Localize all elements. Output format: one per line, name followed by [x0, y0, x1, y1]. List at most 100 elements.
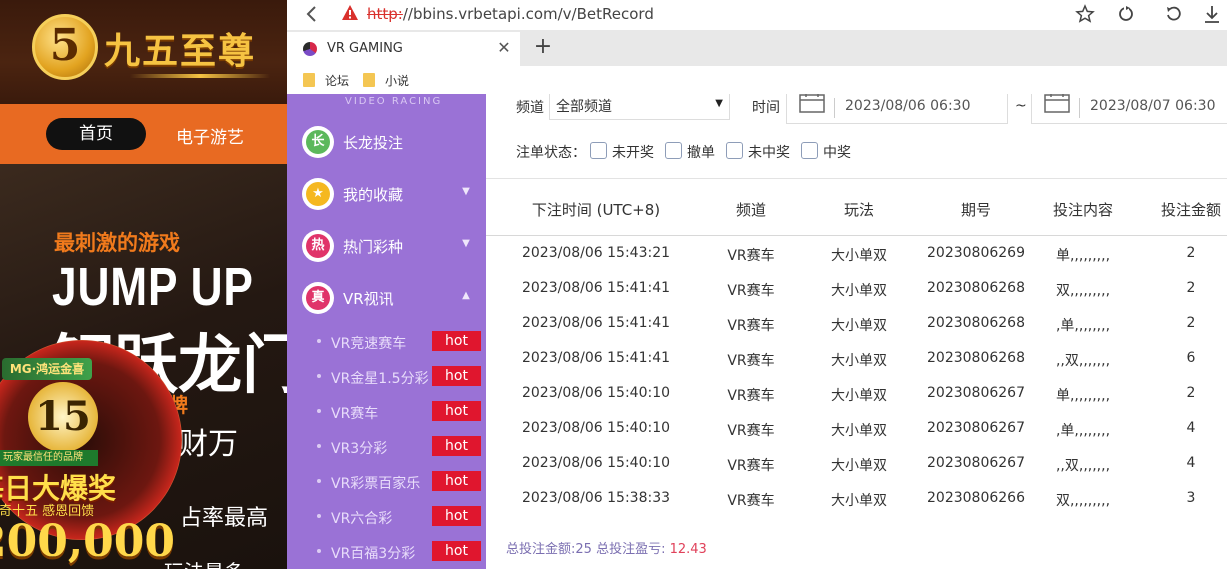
- cell-play: 大小单双: [831, 493, 887, 509]
- promo-nav-egames[interactable]: 电子游艺: [176, 123, 244, 148]
- table-row[interactable]: 2023/08/06 15:41:41 VR赛车 大小单双 2023080626…: [486, 272, 1227, 307]
- cell-content: 单,,,,,,,,,: [1055, 388, 1111, 404]
- url-field[interactable]: http://bbins.vrbetapi.com/v/BetRecord: [367, 5, 654, 23]
- live-icon: 真: [302, 282, 334, 314]
- vr-gaming-favicon-icon: [303, 42, 317, 56]
- cell-amount: 4: [1186, 420, 1196, 436]
- promo-logo-icon[interactable]: 5: [32, 14, 98, 80]
- table-row[interactable]: 2023/08/06 15:38:33 VR赛车 大小单双 2023080626…: [486, 482, 1227, 517]
- bookmarks-bar: 论坛 小说: [287, 66, 1227, 94]
- sidebar: VIDEO RACING 长 长龙投注 ★ 我的收藏 ▼ 热 热门彩种 ▼ 真: [287, 94, 486, 569]
- wheel-amount: 200,000: [0, 516, 176, 567]
- long-dragon-icon: 长: [302, 126, 334, 158]
- tab-title: VR GAMING: [327, 41, 403, 56]
- cell-content: ,单,,,,,,,,: [1055, 423, 1111, 439]
- wheel-brand: 玩家最信任的品牌: [0, 450, 98, 466]
- checkbox[interactable]: [726, 142, 743, 159]
- cell-play: 大小单双: [831, 248, 887, 264]
- tab-vr-gaming[interactable]: VR GAMING ✕: [287, 32, 520, 66]
- sidebar-sub-label: VR百福3分彩: [331, 546, 416, 562]
- cell-amount: 4: [1186, 455, 1196, 471]
- cell-period: 20230806267: [927, 455, 1025, 471]
- cell-play: 大小单双: [831, 388, 887, 404]
- total-win-value: 12.43: [669, 542, 707, 557]
- sidebar-sub-item[interactable]: VR赛车 hot: [287, 397, 486, 427]
- cell-period: 20230806268: [927, 280, 1025, 296]
- sidebar-sub-item[interactable]: VR金星1.5分彩 hot: [287, 362, 486, 392]
- sidebar-item-vr-live[interactable]: 真 VR视讯 ▲: [287, 278, 486, 318]
- wheel-number: 15: [28, 382, 98, 452]
- sidebar-item-favorites[interactable]: ★ 我的收藏 ▼: [287, 174, 486, 214]
- insecure-warning-icon[interactable]: [341, 4, 359, 22]
- undo-icon[interactable]: [1163, 3, 1185, 25]
- sidebar-sub-item[interactable]: VR百福3分彩 hot: [287, 537, 486, 567]
- sidebar-sub-item[interactable]: VR竞速赛车 hot: [287, 327, 486, 357]
- bullet-icon: [317, 339, 321, 343]
- promo-logo-text[interactable]: 九五至尊: [104, 22, 256, 74]
- sidebar-sub-label: VR竞速赛车: [331, 336, 407, 352]
- sidebar-sub-item[interactable]: VR六合彩 hot: [287, 502, 486, 532]
- new-tab-button[interactable]: +: [531, 34, 555, 60]
- sidebar-brand: VIDEO RACING: [345, 96, 443, 107]
- cell-amount: 6: [1186, 350, 1196, 366]
- table-row[interactable]: 2023/08/06 15:43:21 VR赛车 大小单双 2023080626…: [486, 237, 1227, 272]
- star-icon: ★: [302, 178, 334, 210]
- sidebar-sub-label: VR彩票百家乐: [331, 476, 421, 492]
- checkbox[interactable]: [665, 142, 682, 159]
- date-from-value: 2023/08/06 06:30: [845, 98, 971, 114]
- sidebar-sub-label: VR赛车: [331, 406, 379, 422]
- bookmark-novel[interactable]: 小说: [363, 72, 409, 90]
- time-label: 时间: [752, 100, 780, 116]
- channel-select[interactable]: 全部频道 ▼: [549, 94, 730, 120]
- cell-period: 20230806267: [927, 420, 1025, 436]
- bullet-icon: [317, 514, 321, 518]
- checkbox-label: 撤单: [687, 145, 715, 161]
- download-icon[interactable]: [1201, 3, 1223, 25]
- star-icon[interactable]: [1074, 3, 1096, 25]
- cell-content: ,,双,,,,,,,: [1055, 353, 1111, 369]
- bookmark-label: 小说: [385, 74, 410, 88]
- table-row[interactable]: 2023/08/06 15:40:10 VR赛车 大小单双 2023080626…: [486, 412, 1227, 447]
- sidebar-item-long-dragon[interactable]: 长 长龙投注: [287, 122, 486, 162]
- sidebar-sub-label: VR六合彩: [331, 511, 393, 527]
- date-from-field[interactable]: 2023/08/06 06:30: [786, 94, 1008, 124]
- column-header-content: 投注内容: [1052, 201, 1113, 219]
- table-row[interactable]: 2023/08/06 15:40:10 VR赛车 大小单双 2023080626…: [486, 447, 1227, 482]
- folder-icon: [303, 73, 315, 87]
- cell-content: ,单,,,,,,,,: [1055, 318, 1111, 334]
- cell-channel: VR赛车: [727, 353, 775, 369]
- promo-title: JUMP UP: [52, 257, 254, 317]
- url-path: //bbins.vrbetapi.com/v/BetRecord: [402, 5, 654, 23]
- cell-channel: VR赛车: [727, 423, 775, 439]
- table-row[interactable]: 2023/08/06 15:41:41 VR赛车 大小单双 2023080626…: [486, 342, 1227, 377]
- hot-icon: 热: [302, 230, 334, 262]
- sidebar-sub-label: VR金星1.5分彩: [331, 371, 429, 387]
- cell-time: 2023/08/06 15:43:21: [521, 245, 671, 261]
- promo-banner[interactable]: 最刺激的游戏 JUMP UP 鲤跃龙门 棋牌 加财万 占率最高 玩法最多 MG·…: [0, 164, 287, 569]
- hot-badge: hot: [432, 541, 481, 561]
- sidebar-item-hot-lottery[interactable]: 热 热门彩种 ▼: [287, 226, 486, 266]
- checkbox[interactable]: [590, 142, 607, 159]
- total-bet-amount: 总投注金额:25: [506, 542, 592, 557]
- url-protocol: http:: [367, 5, 403, 23]
- cell-time: 2023/08/06 15:41:41: [521, 280, 671, 296]
- cell-play: 大小单双: [831, 423, 887, 439]
- date-to-field[interactable]: 2023/08/07 06:30: [1031, 94, 1227, 124]
- back-icon[interactable]: [301, 2, 323, 26]
- sidebar-sub-item[interactable]: VR3分彩 hot: [287, 432, 486, 462]
- cell-period: 20230806268: [927, 350, 1025, 366]
- date-to-value: 2023/08/07 06:30: [1090, 98, 1216, 114]
- table-row[interactable]: 2023/08/06 15:40:10 VR赛车 大小单双 2023080626…: [486, 377, 1227, 412]
- cell-amount: 2: [1186, 245, 1196, 261]
- promo-nav-home[interactable]: 首页: [46, 118, 146, 150]
- promo-line-3: 占率最高: [180, 506, 269, 531]
- table-row[interactable]: 2023/08/06 15:41:41 VR赛车 大小单双 2023080626…: [486, 307, 1227, 342]
- checkbox[interactable]: [801, 142, 818, 159]
- sidebar-item-label: 热门彩种: [343, 238, 404, 256]
- channel-select-value: 全部频道: [556, 99, 612, 115]
- sidebar-sub-item[interactable]: VR彩票百家乐 hot: [287, 467, 486, 497]
- close-tab-icon[interactable]: ✕: [495, 38, 513, 58]
- reload-icon[interactable]: [1115, 3, 1137, 25]
- bookmark-label: 论坛: [325, 74, 350, 88]
- bookmark-forum[interactable]: 论坛: [303, 72, 349, 90]
